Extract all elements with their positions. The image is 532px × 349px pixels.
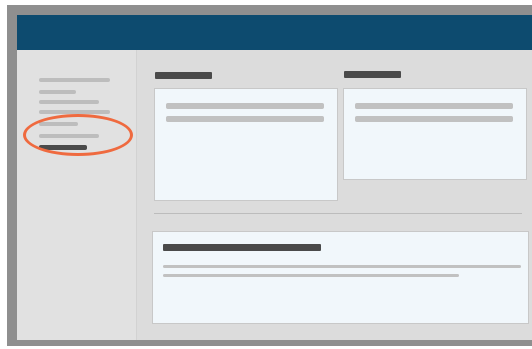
- left-sidebar: [17, 50, 137, 340]
- app-screen: [17, 15, 532, 340]
- sidebar-item-5[interactable]: [39, 122, 78, 126]
- sidebar-item-7-active[interactable]: [39, 145, 87, 150]
- card-bottom-title: [163, 244, 321, 251]
- top-header: [17, 15, 532, 50]
- card-right-title: [344, 71, 401, 78]
- section-divider: [154, 213, 522, 214]
- sidebar-item-6[interactable]: [39, 134, 99, 138]
- card-bottom-line-2: [163, 274, 459, 277]
- card-right-line-2: [355, 116, 513, 122]
- card-left[interactable]: [154, 88, 338, 201]
- app-frame: [7, 5, 532, 346]
- card-right-line-1: [355, 103, 513, 109]
- card-bottom[interactable]: [152, 231, 529, 324]
- sidebar-item-3[interactable]: [39, 100, 99, 104]
- card-left-title: [155, 72, 212, 79]
- card-right[interactable]: [343, 88, 527, 180]
- card-left-line-2: [166, 116, 324, 122]
- sidebar-item-1[interactable]: [39, 78, 110, 82]
- card-bottom-line-1: [163, 265, 521, 268]
- card-left-line-1: [166, 103, 324, 109]
- sidebar-item-2[interactable]: [39, 90, 76, 94]
- sidebar-item-4[interactable]: [39, 110, 110, 114]
- main-content: [137, 50, 532, 340]
